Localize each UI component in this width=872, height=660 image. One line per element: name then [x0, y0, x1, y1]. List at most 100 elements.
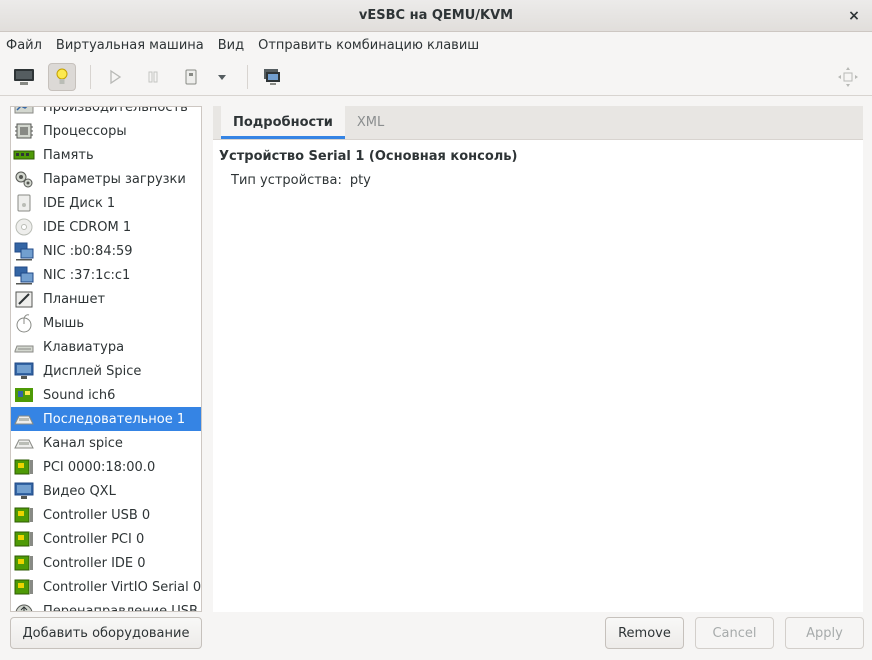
hardware-list-item[interactable]: IDE Диск 1 [11, 191, 201, 215]
tab-bar: Подробности XML [213, 105, 863, 140]
hardware-list-label: Клавиатура [43, 339, 125, 355]
hardware-list-item[interactable]: NIC :37:1c:c1 [11, 263, 201, 287]
hardware-list-label: Controller IDE 0 [43, 555, 146, 571]
hardware-list-label: IDE CDROM 1 [43, 219, 132, 235]
hardware-list-label: Процессоры [43, 123, 127, 139]
menu-file[interactable]: Файл [6, 38, 48, 53]
pause-icon [148, 71, 158, 82]
hardware-list-label: Канал spice [43, 435, 123, 451]
power-icon [185, 69, 197, 84]
device-type-row: Тип устройства: pty [231, 173, 371, 188]
run-button[interactable] [101, 63, 129, 91]
network-icon [13, 241, 35, 261]
remove-button[interactable]: Remove [605, 617, 684, 649]
hardware-list-label: IDE Диск 1 [43, 195, 116, 211]
title-bar: vESBC на QEMU/KVM × [0, 0, 872, 32]
channel-icon [13, 433, 35, 453]
dropdown-arrow-icon [218, 74, 226, 80]
controller-icon [13, 529, 35, 549]
details-button[interactable] [48, 62, 76, 91]
controller-icon [13, 577, 35, 597]
toolbar-separator-2 [247, 64, 248, 89]
hardware-list-item[interactable]: Память [11, 143, 201, 167]
hardware-list: Производительность Процессоры Память Параме… [11, 106, 202, 612]
menu-send-key[interactable]: Отправить комбинацию клавиш [258, 38, 485, 53]
cdrom-icon [13, 217, 35, 237]
shutdown-menu-button[interactable] [215, 63, 229, 91]
hardware-list-item[interactable]: NIC :b0:84:59 [11, 239, 201, 263]
video-icon [13, 481, 35, 501]
device-type-value: pty [349, 173, 371, 188]
hardware-list-item[interactable]: Controller PCI 0 [11, 527, 201, 551]
mouse-icon [13, 313, 35, 333]
device-type-label: Тип устройства: [231, 173, 342, 188]
hardware-list-label: Память [43, 147, 94, 163]
device-title: Устройство Serial 1 (Основная консоль) [219, 149, 518, 164]
hardware-list-item[interactable]: Перенаправление USB 1 [11, 599, 202, 612]
shutdown-button[interactable] [177, 63, 205, 91]
details-panel: Подробности XML Устройство Serial 1 (Осн… [213, 105, 863, 612]
hardware-list-item[interactable]: IDE CDROM 1 [11, 215, 201, 239]
controller-icon [13, 553, 35, 573]
hardware-list-item[interactable]: Sound ich6 [11, 383, 201, 407]
tablet-icon [13, 289, 35, 309]
hardware-list-item[interactable]: Controller USB 0 [11, 503, 201, 527]
toolbar-separator [90, 64, 91, 89]
monitor-icon [14, 68, 34, 85]
network-icon [13, 265, 35, 285]
lightbulb-icon [56, 68, 68, 84]
fullscreen-button[interactable] [834, 63, 862, 91]
keyboard-icon [13, 337, 35, 357]
fullscreen-icon [838, 67, 858, 87]
pause-button[interactable] [139, 63, 167, 91]
hardware-list-label: Дисплей Spice [43, 363, 142, 379]
hardware-list-item[interactable]: PCI 0000:18:00.0 [11, 455, 201, 479]
hardware-list-label: Мышь [43, 315, 85, 331]
tab-xml[interactable]: XML [345, 105, 396, 139]
hardware-list-label: Параметры загрузки [43, 171, 186, 187]
hardware-list-item[interactable]: Параметры загрузки [11, 167, 201, 191]
hardware-list-label: NIC :37:1c:c1 [43, 267, 131, 283]
cpu-icon [13, 121, 35, 141]
hardware-list-item[interactable]: Дисплей Spice [11, 359, 201, 383]
menu-view[interactable]: Вид [218, 38, 250, 53]
snapshots-button[interactable] [258, 63, 286, 91]
close-icon[interactable]: × [846, 8, 862, 24]
hardware-list-item[interactable]: Канал spice [11, 431, 201, 455]
sound-icon [13, 385, 35, 405]
hardware-list-label: Перенаправление USB 1 [43, 603, 202, 612]
usb-redirect-icon [13, 601, 35, 611]
menu-bar: Файл Виртуальная машина Вид Отправить ко… [0, 32, 872, 58]
hardware-list-item[interactable]: Controller VirtIO Serial 0 [11, 575, 201, 599]
hardware-list-label: PCI 0000:18:00.0 [43, 459, 156, 475]
hardware-list-item[interactable]: Планшет [11, 287, 201, 311]
pci-icon [13, 457, 35, 477]
memory-icon [13, 145, 35, 165]
boot-options-icon [13, 169, 35, 189]
hardware-list-label: Последовательное 1 [43, 411, 186, 427]
hardware-list-panel[interactable]: Производительность Процессоры Память Параме… [10, 106, 202, 612]
toolbar [0, 58, 872, 96]
hardware-list-label: Sound ich6 [43, 387, 116, 403]
serial-icon [13, 409, 35, 429]
add-hardware-button[interactable]: Добавить оборудование [10, 617, 202, 649]
hardware-list-label: Controller VirtIO Serial 0 [43, 579, 202, 595]
hardware-list-item[interactable]: Процессоры [11, 119, 201, 143]
console-button[interactable] [10, 63, 38, 91]
hardware-list-item[interactable]: Мышь [11, 311, 201, 335]
snapshot-icon [264, 68, 280, 85]
hardware-list-item[interactable]: Последовательное 1 [11, 407, 201, 431]
performance-icon [13, 107, 35, 117]
hardware-list-item[interactable]: Видео QXL [11, 479, 201, 503]
hardware-list-item[interactable]: Производительность [11, 106, 201, 119]
hardware-list-label: Производительность [43, 106, 188, 115]
disk-icon [13, 193, 35, 213]
tab-details[interactable]: Подробности [221, 105, 345, 139]
hardware-list-item[interactable]: Клавиатура [11, 335, 201, 359]
hardware-list-item[interactable]: Controller IDE 0 [11, 551, 201, 575]
cancel-button[interactable]: Cancel [695, 617, 774, 649]
display-icon [13, 361, 35, 381]
apply-button[interactable]: Apply [785, 617, 864, 649]
menu-virtual-machine[interactable]: Виртуальная машина [56, 38, 210, 53]
window-title: vESBC на QEMU/KVM [358, 8, 514, 23]
